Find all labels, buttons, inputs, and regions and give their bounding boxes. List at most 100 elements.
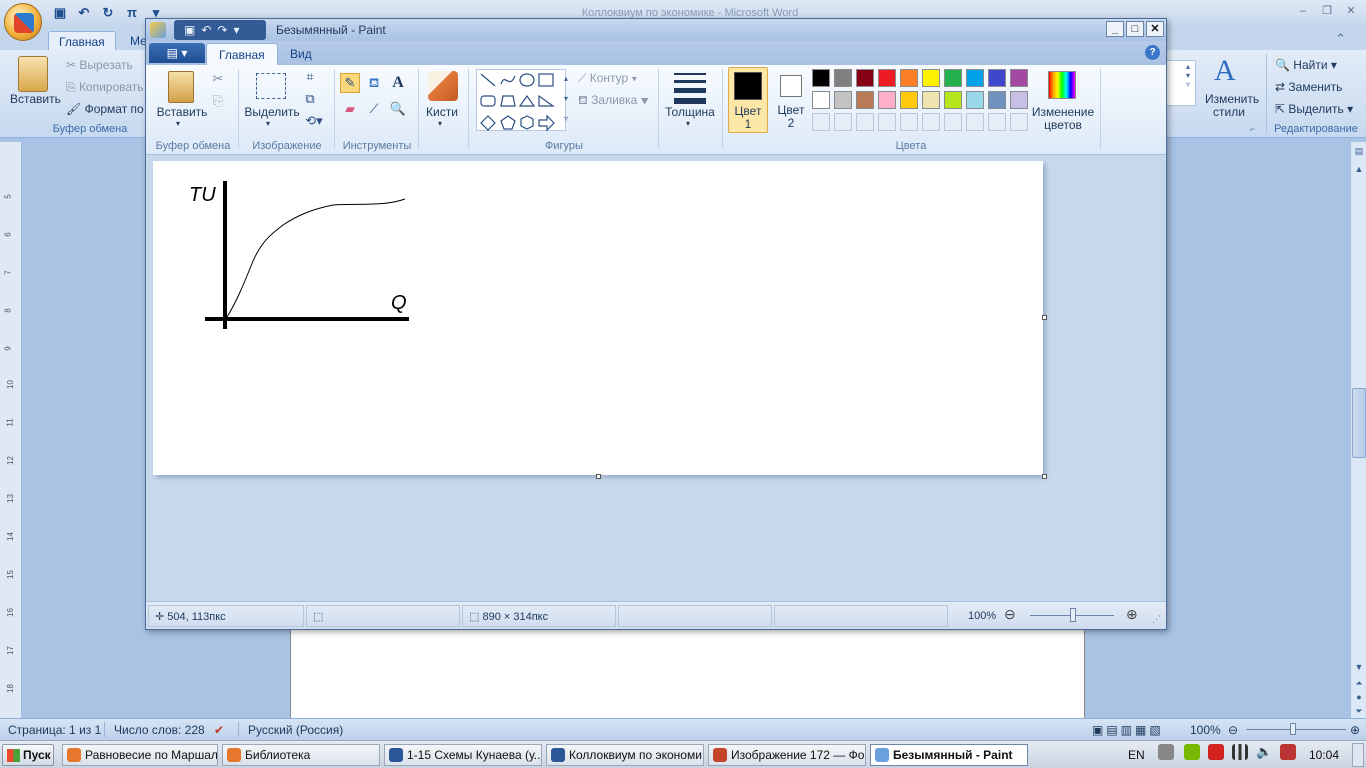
palette-color-swatch[interactable] <box>878 69 896 87</box>
start-button[interactable]: Пуск <box>2 744 54 766</box>
palette-color-swatch[interactable] <box>966 91 984 109</box>
close-icon[interactable]: ✕ <box>1340 3 1362 19</box>
zoom-in-icon[interactable]: ⊕ <box>1126 606 1138 623</box>
select-dropdown-icon[interactable]: ▾ <box>266 119 270 128</box>
paste-dropdown-icon[interactable]: ▾ <box>176 119 180 128</box>
palette-custom-slot[interactable] <box>900 113 918 131</box>
zoom-level[interactable]: 100% <box>968 610 996 622</box>
brushes-icon[interactable] <box>428 71 458 101</box>
ribbon-minimize-icon[interactable]: ⌃ <box>1335 31 1346 47</box>
palette-custom-slot[interactable] <box>812 113 830 131</box>
nvidia-icon[interactable] <box>1184 744 1200 760</box>
select-button-label[interactable]: Выделить <box>242 105 302 119</box>
minimize-icon[interactable]: – <box>1292 3 1314 19</box>
styles-scroll-icon[interactable]: ▴ ▾ ▿ <box>1186 62 1198 106</box>
taskbar-item[interactable]: Коллоквиум по экономи... <box>546 744 704 766</box>
show-desktop-button[interactable] <box>1352 743 1364 767</box>
language-indicator[interactable]: EN <box>1128 748 1145 762</box>
size-dropdown-icon[interactable]: ▾ <box>686 119 690 128</box>
tab-home[interactable]: Главная <box>206 43 278 65</box>
paste-icon[interactable] <box>18 56 48 92</box>
view-buttons-icon[interactable]: ▣▤▥▦▧ <box>1092 723 1164 737</box>
zoom-slider-thumb[interactable] <box>1070 608 1076 622</box>
resize-grip-icon[interactable]: ⋰ <box>1152 614 1161 625</box>
select-icon[interactable] <box>256 73 286 99</box>
word-count[interactable]: Число слов: 228 <box>114 723 205 737</box>
volume-icon[interactable]: 🔈 <box>1256 744 1272 760</box>
replace-button[interactable]: ⇄ Заменить <box>1275 80 1342 94</box>
color1-button[interactable]: Цвет 1 <box>728 67 768 133</box>
scrollbar-thumb[interactable] <box>1352 388 1366 458</box>
palette-color-swatch[interactable] <box>856 91 874 109</box>
change-styles-label[interactable]: Изменить <box>1205 92 1259 106</box>
edit-colors-label[interactable]: Изменение <box>1030 105 1096 119</box>
outline-button[interactable]: ⟋ Контур ▾ <box>578 71 637 86</box>
zoom-in-icon[interactable]: ⊕ <box>1350 723 1360 737</box>
ruler-view-icon[interactable]: ▤ <box>1352 144 1366 158</box>
zoom-slider-thumb[interactable] <box>1290 723 1296 735</box>
palette-custom-slot[interactable] <box>878 113 896 131</box>
palette-custom-slot[interactable] <box>944 113 962 131</box>
rotate-icon[interactable]: ⟲▾ <box>300 111 328 131</box>
paste-button-label[interactable]: Вставить <box>10 92 61 106</box>
zoom-level[interactable]: 100% <box>1190 723 1221 737</box>
scroll-down-icon[interactable]: ▼ <box>1352 660 1366 674</box>
format-painter-button[interactable]: 🖌 Формат по о <box>66 102 154 116</box>
paste-icon[interactable] <box>168 71 194 103</box>
palette-color-swatch[interactable] <box>988 69 1006 87</box>
taskbar-item[interactable]: Библиотека <box>222 744 380 766</box>
palette-color-swatch[interactable] <box>944 91 962 109</box>
page-count[interactable]: Страница: 1 из 1 <box>8 723 101 737</box>
palette-color-swatch[interactable] <box>856 69 874 87</box>
palette-color-swatch[interactable] <box>900 91 918 109</box>
office-button[interactable] <box>4 3 42 41</box>
taskbar-item[interactable]: Равновесие по Маршал... <box>62 744 218 766</box>
change-styles-label2[interactable]: стили <box>1213 105 1245 119</box>
zoom-slider-track[interactable] <box>1246 729 1346 730</box>
drawing-canvas[interactable]: TU Q <box>153 161 1043 475</box>
brushes-button-label[interactable]: Кисти <box>422 105 462 119</box>
copy-button[interactable]: ⎘ Копировать <box>66 80 144 95</box>
network-icon[interactable] <box>1232 744 1248 760</box>
language-indicator[interactable]: Русский (Россия) <box>248 723 343 737</box>
find-button[interactable]: 🔍 Найти ▾ <box>1275 58 1337 72</box>
size-button-label[interactable]: Толщина <box>662 105 718 119</box>
palette-color-swatch[interactable] <box>922 69 940 87</box>
paint-app-icon[interactable] <box>150 22 166 38</box>
tray-app-icon[interactable] <box>1280 744 1296 760</box>
palette-custom-slot[interactable] <box>922 113 940 131</box>
taskbar-item[interactable]: Изображение 172 — Фо... <box>708 744 866 766</box>
text-tool-icon[interactable]: A <box>388 73 408 93</box>
minimize-icon[interactable]: _ <box>1106 21 1124 37</box>
crop-icon[interactable]: ⌗ <box>300 67 320 87</box>
palette-color-swatch[interactable] <box>812 69 830 87</box>
shapes-scroll-icon[interactable]: ▴ ▾ ▿ <box>560 69 572 131</box>
palette-color-swatch[interactable] <box>966 69 984 87</box>
palette-color-swatch[interactable] <box>834 91 852 109</box>
shapes-gallery[interactable] <box>476 69 566 132</box>
word-document-page[interactable] <box>290 628 1085 718</box>
maximize-icon[interactable]: □ <box>1126 21 1144 37</box>
color2-button[interactable]: Цвет 2 <box>772 67 812 133</box>
resize-handle-bottom[interactable] <box>596 474 601 479</box>
palette-color-swatch[interactable] <box>922 91 940 109</box>
cut-icon[interactable]: ✂ <box>208 69 228 89</box>
cut-button[interactable]: ✂ Вырезать <box>66 58 133 72</box>
change-styles-icon[interactable]: A <box>1214 54 1236 88</box>
tab-view[interactable]: Вид <box>278 43 324 65</box>
resize-icon[interactable]: ⧉ <box>300 89 320 109</box>
magnifier-icon[interactable]: 🔍 <box>388 99 408 119</box>
vertical-scrollbar[interactable]: ▤ ▲ ▼ ⏶ ● ⏷ <box>1350 142 1366 718</box>
resize-handle-corner[interactable] <box>1042 474 1047 479</box>
palette-color-swatch[interactable] <box>834 69 852 87</box>
styles-dialog-launcher-icon[interactable]: ⌐ <box>1250 124 1255 134</box>
size-icon[interactable] <box>674 73 706 104</box>
palette-custom-slot[interactable] <box>966 113 984 131</box>
palette-color-swatch[interactable] <box>812 91 830 109</box>
close-icon[interactable]: ✕ <box>1146 21 1164 37</box>
steam-icon[interactable] <box>1158 744 1174 760</box>
palette-color-swatch[interactable] <box>988 91 1006 109</box>
palette-color-swatch[interactable] <box>1010 91 1028 109</box>
palette-custom-slot[interactable] <box>834 113 852 131</box>
palette-custom-slot[interactable] <box>856 113 874 131</box>
